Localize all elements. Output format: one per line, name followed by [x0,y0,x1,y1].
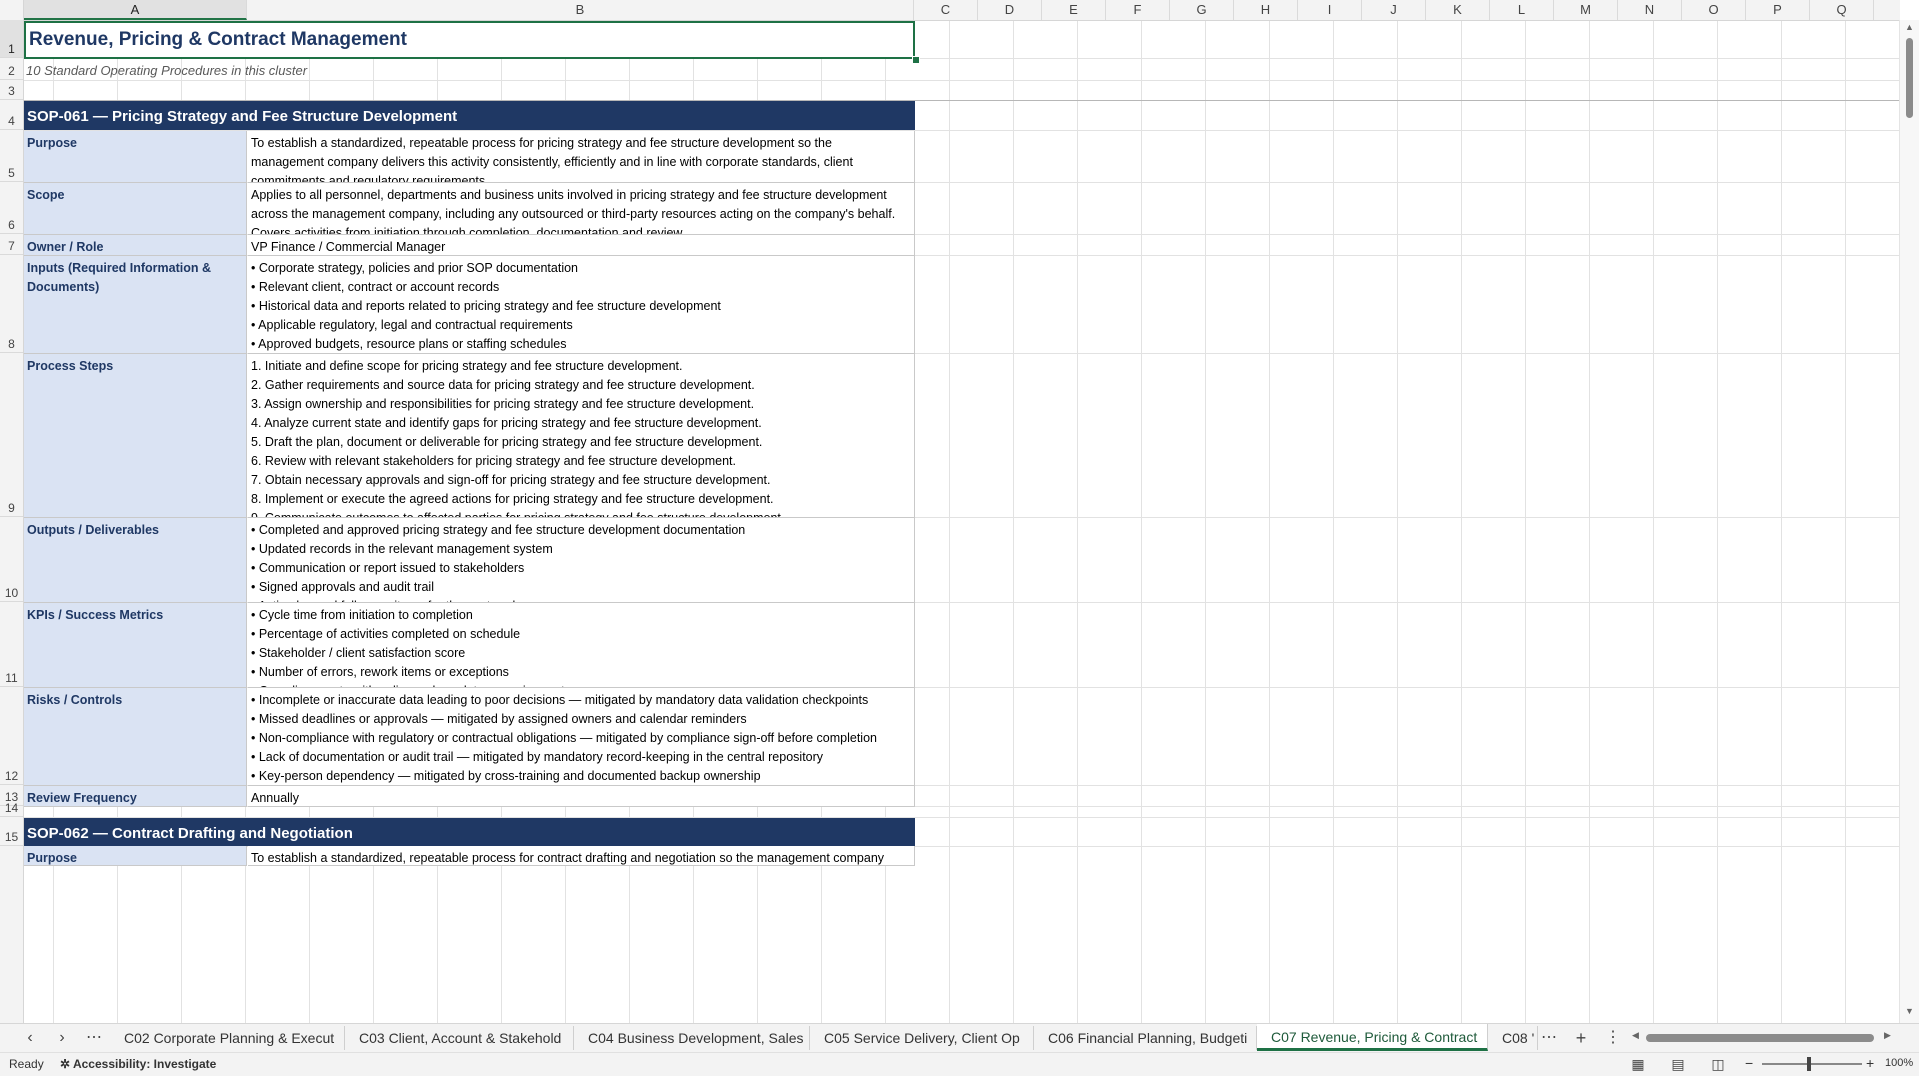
column-header-n[interactable]: N [1618,0,1682,20]
column-header-q[interactable]: Q [1810,0,1874,20]
zoom-in-icon[interactable]: + [1866,1055,1874,1071]
accessibility-status[interactable]: ✲ Accessibility: Investigate [60,1057,216,1071]
horizontal-scrollbar[interactable]: ◀ ▶ [1632,1030,1894,1044]
row-header-6[interactable]: 6 [0,182,23,234]
select-all-corner[interactable] [0,0,24,20]
accessibility-label: Accessibility: Investigate [72,1057,217,1071]
sop-061-purpose-value[interactable]: To establish a standardized, repeatable … [248,131,915,183]
scroll-up-icon[interactable]: ▲ [1900,22,1919,32]
sheet-tab-bar: ‹ › ⋯ C02 Corporate Planning & Execut C03… [0,1023,1919,1052]
column-header-j[interactable]: J [1362,0,1426,20]
column-header-l[interactable]: L [1490,0,1554,20]
column-header-a[interactable]: A [24,0,247,20]
sop-061-process-steps-label[interactable]: Process Steps [24,354,247,518]
row-headers: 1 2 3 4 5 6 7 8 9 10 11 12 13 14 15 [0,20,24,1023]
sop-061-review-frequency-value[interactable]: Annually [248,786,915,807]
sheet-tab-8[interactable]: C08 ' [1488,1026,1538,1050]
sheet-tab-5[interactable]: C05 Service Delivery, Client Op [810,1026,1034,1050]
row-header-4[interactable]: 4 [0,100,23,130]
zoom-slider[interactable] [1762,1063,1862,1065]
column-header-c[interactable]: C [914,0,978,20]
column-header-i[interactable]: I [1298,0,1362,20]
vertical-scrollbar[interactable]: ▲ ▼ [1899,20,1919,1023]
row-header-9[interactable]: 9 [0,353,23,517]
status-ready: Ready [9,1057,44,1071]
column-header-k[interactable]: K [1426,0,1490,20]
sop-061-process-steps-value[interactable]: 1. Initiate and define scope for pricing… [248,354,915,518]
accessibility-icon: ✲ [60,1057,73,1071]
sop-062-purpose-value[interactable]: To establish a standardized, repeatable … [248,846,915,866]
column-header-d[interactable]: D [978,0,1042,20]
add-sheet-icon[interactable]: + [1570,1028,1592,1048]
status-bar: Ready ✲ Accessibility: Investigate ▦ ▤ ◫… [0,1052,1919,1076]
prev-sheet-icon[interactable]: ‹ [19,1028,41,1048]
sop-061-kpis-value[interactable]: • Cycle time from initiation to completi… [248,603,915,688]
worksheet-grid[interactable]: ABCDEFGHIJKLMNOPQ 1 2 3 4 5 6 7 8 9 10 11 12 13 14 15 … [0,0,1919,1023]
sop-061-outputs-label[interactable]: Outputs / Deliverables [24,518,247,603]
scroll-down-icon[interactable]: ▼ [1900,1006,1919,1016]
sheet-tab-4[interactable]: C04 Business Development, Sales [574,1026,810,1050]
more-sheets-icon[interactable]: ⋯ [83,1028,105,1048]
row-header-1[interactable]: 1 [0,20,23,58]
sop-061-owner-label[interactable]: Owner / Role [24,235,247,256]
sop-061-outputs-value[interactable]: • Completed and approved pricing strateg… [248,518,915,603]
column-header-o[interactable]: O [1682,0,1746,20]
page-break-view-icon[interactable]: ◫ [1710,1056,1726,1072]
sop-061-scope-value[interactable]: Applies to all personnel, departments an… [248,183,915,235]
row-header-14[interactable]: 14 [0,801,23,817]
sheet-tab-2[interactable]: C02 Corporate Planning & Execut [110,1026,345,1050]
sheet-tab-6[interactable]: C06 Financial Planning, Budgeti [1034,1026,1257,1050]
row-header-15[interactable]: 15 [0,817,23,846]
row-header-8[interactable]: 8 [0,255,23,353]
zoom-slider-knob[interactable] [1807,1057,1811,1071]
column-header-h[interactable]: H [1234,0,1298,20]
sop-061-kpis-label[interactable]: KPIs / Success Metrics [24,603,247,688]
sop-062-purpose-label[interactable]: Purpose [24,846,247,866]
next-sheet-icon[interactable]: › [51,1028,73,1048]
row-header-2[interactable]: 2 [0,58,23,80]
zoom-out-icon[interactable]: − [1745,1055,1753,1071]
column-header-m[interactable]: M [1554,0,1618,20]
row-header-5[interactable]: 5 [0,130,23,182]
column-header-p[interactable]: P [1746,0,1810,20]
row-header-3[interactable]: 3 [0,80,23,100]
sheet-subtitle-cell[interactable]: 10 Standard Operating Procedures in this… [26,61,906,81]
sop-061-review-frequency-label[interactable]: Review Frequency [24,786,247,807]
zoom-level[interactable]: 100% [1885,1057,1913,1069]
column-headers: ABCDEFGHIJKLMNOPQ [0,0,1900,21]
page-layout-view-icon[interactable]: ▤ [1670,1056,1686,1072]
cell-area[interactable]: Revenue, Pricing & Contract Management 1… [24,21,1900,1023]
vertical-scroll-thumb[interactable] [1906,38,1913,118]
sop-061-header[interactable]: SOP-061 — Pricing Strategy and Fee Struc… [24,101,915,130]
sop-061-owner-value[interactable]: VP Finance / Commercial Manager [248,235,915,256]
sheet-options-icon[interactable]: ⋮ [1602,1028,1624,1048]
sop-061-inputs-label[interactable]: Inputs (Required Information & Documents… [24,256,247,354]
sop-062-header[interactable]: SOP-062 — Contract Drafting and Negotiat… [24,818,915,846]
sop-061-inputs-value[interactable]: • Corporate strategy, policies and prior… [248,256,915,354]
tab-overflow-icon[interactable]: ⋯ [1538,1028,1560,1048]
column-header-e[interactable]: E [1042,0,1106,20]
scroll-left-icon[interactable]: ◀ [1632,1030,1639,1041]
row-header-10[interactable]: 10 [0,517,23,602]
sheet-title-cell[interactable]: Revenue, Pricing & Contract Management [24,21,915,59]
row-header-12[interactable]: 12 [0,687,23,785]
sop-061-scope-label[interactable]: Scope [24,183,247,235]
sheet-tab-7[interactable]: C07 Revenue, Pricing & Contract [1257,1024,1488,1051]
column-header-g[interactable]: G [1170,0,1234,20]
scroll-right-icon[interactable]: ▶ [1884,1030,1891,1041]
sop-061-risks-label[interactable]: Risks / Controls [24,688,247,786]
sop-061-purpose-label[interactable]: Purpose [24,131,247,183]
row-header-11[interactable]: 11 [0,602,23,687]
column-header-b[interactable]: B [247,0,914,20]
normal-view-icon[interactable]: ▦ [1630,1056,1646,1072]
row-header-7[interactable]: 7 [0,234,23,255]
fill-handle[interactable] [912,56,920,64]
column-header-f[interactable]: F [1106,0,1170,20]
sop-061-risks-value[interactable]: • Incomplete or inaccurate data leading … [248,688,915,786]
sheet-tab-3[interactable]: C03 Client, Account & Stakehold [345,1026,574,1050]
horizontal-scroll-thumb[interactable] [1646,1034,1874,1042]
